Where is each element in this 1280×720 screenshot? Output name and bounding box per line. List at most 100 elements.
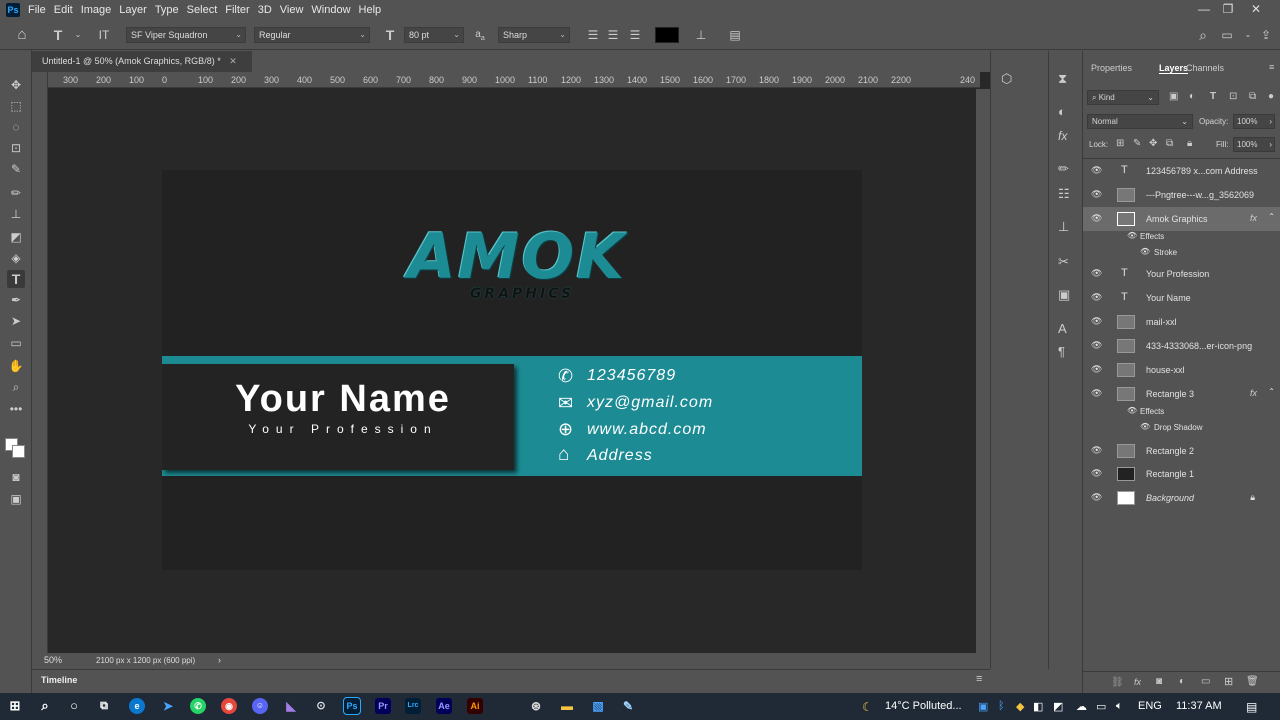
business-card-canvas[interactable]: AMOK GRAPHICS Your Name Your Profession … xyxy=(162,170,862,570)
filter-type-icon[interactable]: T xyxy=(1210,91,1216,102)
new-adjustment-icon[interactable]: ◐ xyxy=(1179,676,1185,687)
tray-app-icon[interactable]: ◆ xyxy=(1016,700,1024,713)
lock-pixels-icon[interactable]: ✎ xyxy=(1133,138,1141,149)
warp-text-icon[interactable]: ⊥ xyxy=(693,27,709,43)
effect-row[interactable]: 👁︎ Drop Shadow xyxy=(1083,420,1280,436)
eraser-tool-icon[interactable]: ◩ xyxy=(7,228,25,246)
more-tools-icon[interactable]: ••• xyxy=(7,400,25,418)
eye-icon[interactable]: 👁︎ xyxy=(1140,247,1150,256)
close-icon[interactable]: ✕ xyxy=(1244,0,1268,18)
brush-settings-icon[interactable]: ✏ xyxy=(1058,161,1069,177)
language-indicator[interactable]: ENG xyxy=(1138,700,1162,712)
eye-icon[interactable]: 👁︎ xyxy=(1091,189,1102,199)
layer-filter-select[interactable]: ⌕ Kind ⌄ xyxy=(1087,90,1159,105)
eye-icon[interactable]: 👁︎ xyxy=(1091,364,1102,374)
chevron-down-icon[interactable]: ⌄ xyxy=(70,27,86,43)
volume-icon[interactable]: 🔈︎ xyxy=(1116,700,1123,713)
photos-icon[interactable]: ▧ xyxy=(590,698,606,714)
quick-mask-icon[interactable]: ◙ xyxy=(7,468,25,486)
align-right-icon[interactable]: ☰ xyxy=(627,27,643,43)
document-tab[interactable]: Untitled-1 @ 50% (Amok Graphics, RGB/8) … xyxy=(32,51,252,72)
clone-source-icon[interactable]: ⊥ xyxy=(1058,219,1069,235)
moon-weather-icon[interactable]: ☾ xyxy=(862,700,873,714)
eye-icon[interactable]: 👁︎ xyxy=(1091,388,1102,398)
adjustments-icon[interactable]: ☷ xyxy=(1058,186,1070,202)
workspace-icon[interactable]: ▭ xyxy=(1219,27,1235,43)
cortana-icon[interactable]: ○ xyxy=(66,698,82,714)
panel-menu-icon[interactable]: ≡ xyxy=(1269,62,1274,72)
zoom-level[interactable]: 50% xyxy=(44,655,62,665)
character-panel-icon[interactable]: ▤ xyxy=(727,27,743,43)
windows-start-icon[interactable]: ⊞ xyxy=(7,698,23,714)
illustrator-icon[interactable]: Ai xyxy=(467,698,483,714)
bluetooth-icon[interactable]: ᛒ xyxy=(998,700,1005,712)
fill-input[interactable]: 100% › xyxy=(1233,137,1275,152)
text-orientation-icon[interactable]: IT xyxy=(96,27,112,43)
notifications-icon[interactable]: ▤ xyxy=(1246,700,1257,714)
discord-icon[interactable]: ☺ xyxy=(252,698,268,714)
filter-shape-icon[interactable]: ⊡ xyxy=(1229,91,1237,102)
tray-app-icon[interactable]: ◩ xyxy=(1053,700,1063,713)
paragraph-icon[interactable]: ¶ xyxy=(1058,344,1065,359)
background-color-swatch[interactable] xyxy=(12,445,25,458)
path-select-tool-icon[interactable]: ➤ xyxy=(7,312,25,330)
network-icon[interactable]: ▭ xyxy=(1096,700,1106,713)
tray-app-icon[interactable]: ▣ xyxy=(978,700,988,713)
libraries-icon[interactable]: ▣ xyxy=(1058,287,1070,303)
lasso-tool-icon[interactable]: ◌ xyxy=(7,118,25,136)
layer-row[interactable]: 👁︎ Background 🔒︎ xyxy=(1083,486,1280,510)
bucket-tool-icon[interactable]: ◈ xyxy=(7,249,25,267)
trash-icon[interactable]: 🗑︎ xyxy=(1246,676,1259,687)
minimize-icon[interactable]: — xyxy=(1192,0,1216,18)
app-icon[interactable]: ✎ xyxy=(620,698,636,714)
history-icon[interactable]: ⧗ xyxy=(1058,71,1067,87)
brush-tool-icon[interactable]: ✏ xyxy=(7,184,25,202)
lightroom-classic-icon[interactable]: Lrc xyxy=(405,698,421,714)
menu-type[interactable]: Type xyxy=(155,4,187,16)
menu-file[interactable]: File xyxy=(28,4,54,16)
file-explorer-icon[interactable]: ▬ xyxy=(559,698,575,714)
add-style-icon[interactable]: fx xyxy=(1134,677,1141,687)
color-icon[interactable]: ◐ xyxy=(1058,104,1066,119)
menu-image[interactable]: Image xyxy=(81,4,120,16)
rectangle-tool-icon[interactable]: ▭ xyxy=(7,334,25,352)
align-left-icon[interactable]: ☰ xyxy=(585,27,601,43)
type-tool-icon[interactable]: T xyxy=(7,270,25,288)
eye-icon[interactable]: 👁︎ xyxy=(1091,292,1102,302)
layer-row[interactable]: 👁︎ 433-4333068...er-icon-png xyxy=(1083,334,1280,358)
lock-artboard-icon[interactable]: ⧉ xyxy=(1166,138,1173,149)
layer-row[interactable]: 👁︎ house-xxl xyxy=(1083,358,1280,382)
tab-properties[interactable]: Properties xyxy=(1091,63,1132,73)
layer-row[interactable]: 👁︎ T 123456789 x...com Address xyxy=(1083,159,1280,183)
menu-select[interactable]: Select xyxy=(187,4,226,16)
store-icon[interactable]: ➤ xyxy=(160,698,176,714)
eyedropper-tool-icon[interactable]: ✎ xyxy=(7,160,25,178)
fx-styles-icon[interactable]: fx xyxy=(1058,129,1067,143)
search-icon[interactable]: ⌕ xyxy=(1195,27,1211,43)
eye-icon[interactable]: 👁︎ xyxy=(1127,406,1137,415)
clock[interactable]: 11:37 AM xyxy=(1176,700,1222,712)
layer-row[interactable]: 👁︎ mail-xxl xyxy=(1083,310,1280,334)
eye-icon[interactable]: 👁︎ xyxy=(1091,340,1102,350)
layer-row[interactable]: 👁︎ Rectangle 1 xyxy=(1083,462,1280,486)
menu-view[interactable]: View xyxy=(280,4,312,16)
photoshop-taskbar-icon[interactable]: Ps xyxy=(343,697,361,715)
layer-row-selected[interactable]: 👁︎ Amok Graphics fx ⌃ xyxy=(1083,207,1280,231)
visual-studio-icon[interactable]: ◣ xyxy=(283,698,299,714)
stamp-tool-icon[interactable]: ⊥ xyxy=(7,205,25,223)
edge-icon[interactable]: e xyxy=(129,698,145,714)
search-icon[interactable]: ⌕ xyxy=(37,698,53,714)
after-effects-icon[interactable]: Ae xyxy=(436,698,452,714)
eye-icon[interactable]: 👁︎ xyxy=(1127,231,1137,240)
eye-icon[interactable]: 👁︎ xyxy=(1091,165,1102,175)
vertical-scrollbar[interactable] xyxy=(976,89,990,653)
eye-icon[interactable]: 👁︎ xyxy=(1091,316,1102,326)
workspace-chevron-icon[interactable]: ⌄ xyxy=(1240,27,1256,43)
opacity-input[interactable]: 100% › xyxy=(1233,114,1275,129)
restore-icon[interactable]: ❐ xyxy=(1216,0,1240,18)
eye-icon[interactable]: 👁︎ xyxy=(1091,213,1102,223)
app-icon[interactable]: ⊛ xyxy=(528,698,544,714)
collapse-icon[interactable]: ⌃ xyxy=(1268,387,1275,396)
effects-row[interactable]: 👁︎ Effects xyxy=(1083,229,1280,245)
marquee-tool-icon[interactable]: ⬚ xyxy=(7,97,25,115)
